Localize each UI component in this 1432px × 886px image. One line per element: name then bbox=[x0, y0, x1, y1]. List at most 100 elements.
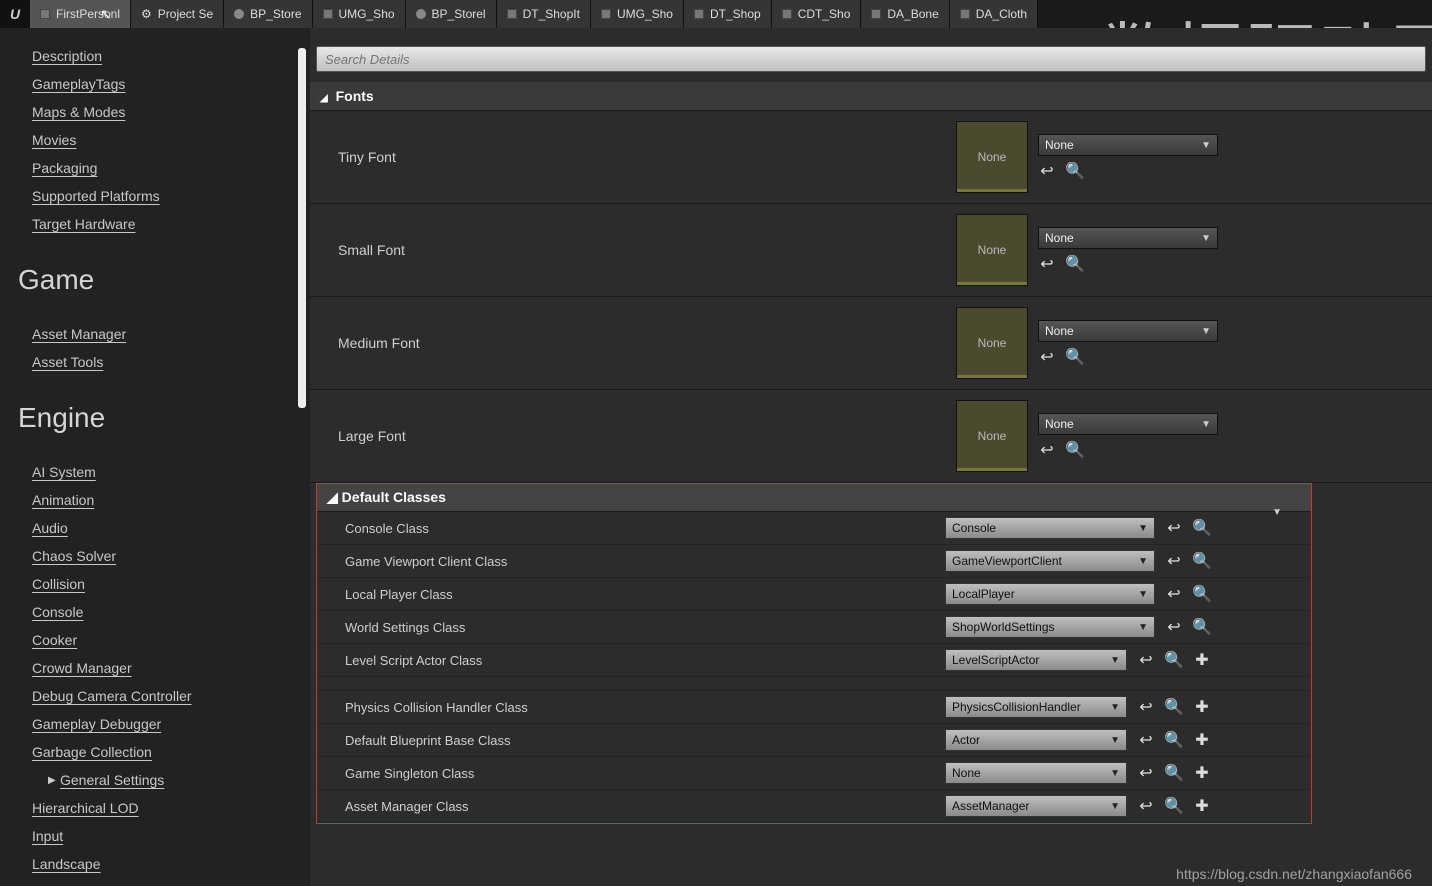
asset-dropdown[interactable]: None▼ bbox=[1038, 134, 1218, 156]
sidebar-group-header: Game bbox=[0, 244, 310, 306]
asset-dropdown[interactable]: None▼ bbox=[1038, 413, 1218, 435]
class-property-row: Game Singleton ClassNone▼↩🔍✚ bbox=[317, 757, 1311, 790]
class-dropdown[interactable]: None▼ bbox=[945, 762, 1127, 784]
reset-icon[interactable]: ↩ bbox=[1137, 651, 1155, 669]
asset-thumbnail[interactable]: None bbox=[956, 214, 1028, 286]
class-dropdown[interactable]: PhysicsCollisionHandler▼ bbox=[945, 696, 1127, 718]
class-dropdown[interactable]: AssetManager▼ bbox=[945, 795, 1127, 817]
sidebar-scrollbar[interactable] bbox=[298, 48, 306, 748]
sidebar-link[interactable]: Movies bbox=[32, 132, 290, 148]
reset-icon[interactable]: ↩ bbox=[1165, 519, 1183, 537]
asset-thumbnail[interactable]: None bbox=[956, 121, 1028, 193]
sidebar-link[interactable]: Description bbox=[32, 48, 290, 64]
reset-icon[interactable]: ↩ bbox=[1038, 441, 1056, 459]
class-dropdown[interactable]: Actor▼ bbox=[945, 729, 1127, 751]
editor-tab[interactable]: BP_Store bbox=[224, 0, 312, 28]
class-dropdown[interactable]: ShopWorldSettings▼ bbox=[945, 616, 1155, 638]
add-icon[interactable]: ✚ bbox=[1193, 764, 1211, 782]
asset-dropdown[interactable]: None▼ bbox=[1038, 320, 1218, 342]
asset-dropdown[interactable]: None▼ bbox=[1038, 227, 1218, 249]
class-property-row: Default Blueprint Base ClassActor▼↩🔍✚ bbox=[317, 724, 1311, 757]
editor-tab[interactable]: CDT_Sho bbox=[772, 0, 862, 28]
search-icon[interactable]: 🔍 bbox=[1165, 764, 1183, 782]
sidebar-link[interactable]: Cooker bbox=[32, 632, 290, 648]
add-icon[interactable]: ✚ bbox=[1193, 651, 1211, 669]
search-icon[interactable]: 🔍 bbox=[1165, 731, 1183, 749]
sidebar-link[interactable]: Garbage Collection bbox=[32, 744, 290, 760]
expand-icon[interactable]: ▶ bbox=[48, 775, 58, 786]
search-icon[interactable]: 🔍 bbox=[1193, 585, 1211, 603]
add-icon[interactable]: ✚ bbox=[1193, 731, 1211, 749]
sidebar-link[interactable]: AI System bbox=[32, 464, 290, 480]
reset-icon[interactable]: ↩ bbox=[1165, 585, 1183, 603]
search-icon[interactable]: 🔍 bbox=[1165, 698, 1183, 716]
reset-icon[interactable]: ↩ bbox=[1038, 255, 1056, 273]
asset-thumbnail[interactable]: None bbox=[956, 307, 1028, 379]
reset-icon[interactable]: ↩ bbox=[1038, 162, 1056, 180]
sidebar-link[interactable]: Debug Camera Controller bbox=[32, 688, 290, 704]
chevron-down-icon: ▼ bbox=[1110, 735, 1120, 746]
reset-icon[interactable]: ↩ bbox=[1165, 618, 1183, 636]
add-icon[interactable]: ✚ bbox=[1193, 797, 1211, 815]
search-icon[interactable]: 🔍 bbox=[1066, 255, 1084, 273]
sidebar-link[interactable]: General Settings bbox=[60, 772, 164, 788]
property-label: Game Viewport Client Class bbox=[317, 554, 945, 569]
sidebar-link[interactable]: Hierarchical LOD bbox=[32, 800, 290, 816]
search-icon[interactable]: 🔍 bbox=[1193, 618, 1211, 636]
editor-tab[interactable]: ⚙Project Se bbox=[131, 0, 224, 28]
search-icon[interactable]: 🔍 bbox=[1066, 441, 1084, 459]
reset-icon[interactable]: ↩ bbox=[1165, 552, 1183, 570]
search-icon[interactable]: 🔍 bbox=[1165, 651, 1183, 669]
search-icon[interactable]: 🔍 bbox=[1066, 348, 1084, 366]
reset-icon[interactable]: ↩ bbox=[1137, 797, 1155, 815]
editor-tab[interactable]: UMG_Sho bbox=[313, 0, 406, 28]
sidebar-link[interactable]: Gameplay Debugger bbox=[32, 716, 290, 732]
asset-thumbnail[interactable]: None bbox=[956, 400, 1028, 472]
advanced-chevron-icon[interactable]: ▼ bbox=[1272, 507, 1282, 518]
search-icon[interactable]: 🔍 bbox=[1193, 519, 1211, 537]
add-icon[interactable]: ✚ bbox=[1193, 698, 1211, 716]
reset-icon[interactable]: ↩ bbox=[1137, 764, 1155, 782]
sidebar-link[interactable]: Asset Manager bbox=[32, 326, 290, 342]
search-details[interactable] bbox=[316, 46, 1426, 72]
class-dropdown[interactable]: GameViewportClient▼ bbox=[945, 550, 1155, 572]
sidebar-link[interactable]: Collision bbox=[32, 576, 290, 592]
editor-tab[interactable]: DA_Bone bbox=[861, 0, 949, 28]
sidebar-link[interactable]: Supported Platforms bbox=[32, 188, 290, 204]
sidebar-link[interactable]: Console bbox=[32, 604, 290, 620]
font-property-row: Large FontNoneNone▼↩🔍 bbox=[310, 390, 1432, 483]
search-icon[interactable]: 🔍 bbox=[1165, 797, 1183, 815]
reset-icon[interactable]: ↩ bbox=[1137, 698, 1155, 716]
editor-tab[interactable]: UMG_Sho bbox=[591, 0, 684, 28]
search-icon[interactable]: 🔍 bbox=[1193, 552, 1211, 570]
editor-tab[interactable]: DA_Cloth bbox=[950, 0, 1038, 28]
editor-tab[interactable]: FirstPersonl bbox=[30, 0, 131, 28]
sidebar-link[interactable]: Maps & Modes bbox=[32, 104, 290, 120]
sidebar-link[interactable]: Crowd Manager bbox=[32, 660, 290, 676]
chevron-down-icon: ▼ bbox=[1138, 523, 1148, 534]
sidebar-link[interactable]: Target Hardware bbox=[32, 216, 290, 232]
dropdown-value: None bbox=[1045, 417, 1074, 431]
class-dropdown[interactable]: LevelScriptActor▼ bbox=[945, 649, 1127, 671]
editor-tab[interactable]: DT_ShopIt bbox=[497, 0, 591, 28]
class-dropdown[interactable]: LocalPlayer▼ bbox=[945, 583, 1155, 605]
editor-tab[interactable]: DT_Shop bbox=[684, 0, 772, 28]
sidebar-link[interactable]: GameplayTags bbox=[32, 76, 290, 92]
sidebar-link[interactable]: Landscape bbox=[32, 856, 290, 872]
chevron-down-icon: ▼ bbox=[1201, 326, 1211, 337]
reset-icon[interactable]: ↩ bbox=[1038, 348, 1056, 366]
editor-tab[interactable]: BP_Storel bbox=[406, 0, 497, 28]
class-dropdown[interactable]: Console▼ bbox=[945, 517, 1155, 539]
sidebar-link[interactable]: Packaging bbox=[32, 160, 290, 176]
fonts-section-header[interactable]: ◢ Fonts bbox=[310, 82, 1432, 111]
sidebar-link[interactable]: Input bbox=[32, 828, 290, 844]
sidebar-link[interactable]: Animation bbox=[32, 492, 290, 508]
search-icon[interactable]: 🔍 bbox=[1066, 162, 1084, 180]
sidebar-link[interactable]: Asset Tools bbox=[32, 354, 290, 370]
sidebar-link[interactable]: Audio bbox=[32, 520, 290, 536]
search-input[interactable] bbox=[316, 46, 1426, 72]
sidebar-link[interactable]: Chaos Solver bbox=[32, 548, 290, 564]
sq-icon bbox=[40, 9, 50, 19]
default-classes-header[interactable]: ◢ Default Classes bbox=[317, 484, 1311, 512]
reset-icon[interactable]: ↩ bbox=[1137, 731, 1155, 749]
